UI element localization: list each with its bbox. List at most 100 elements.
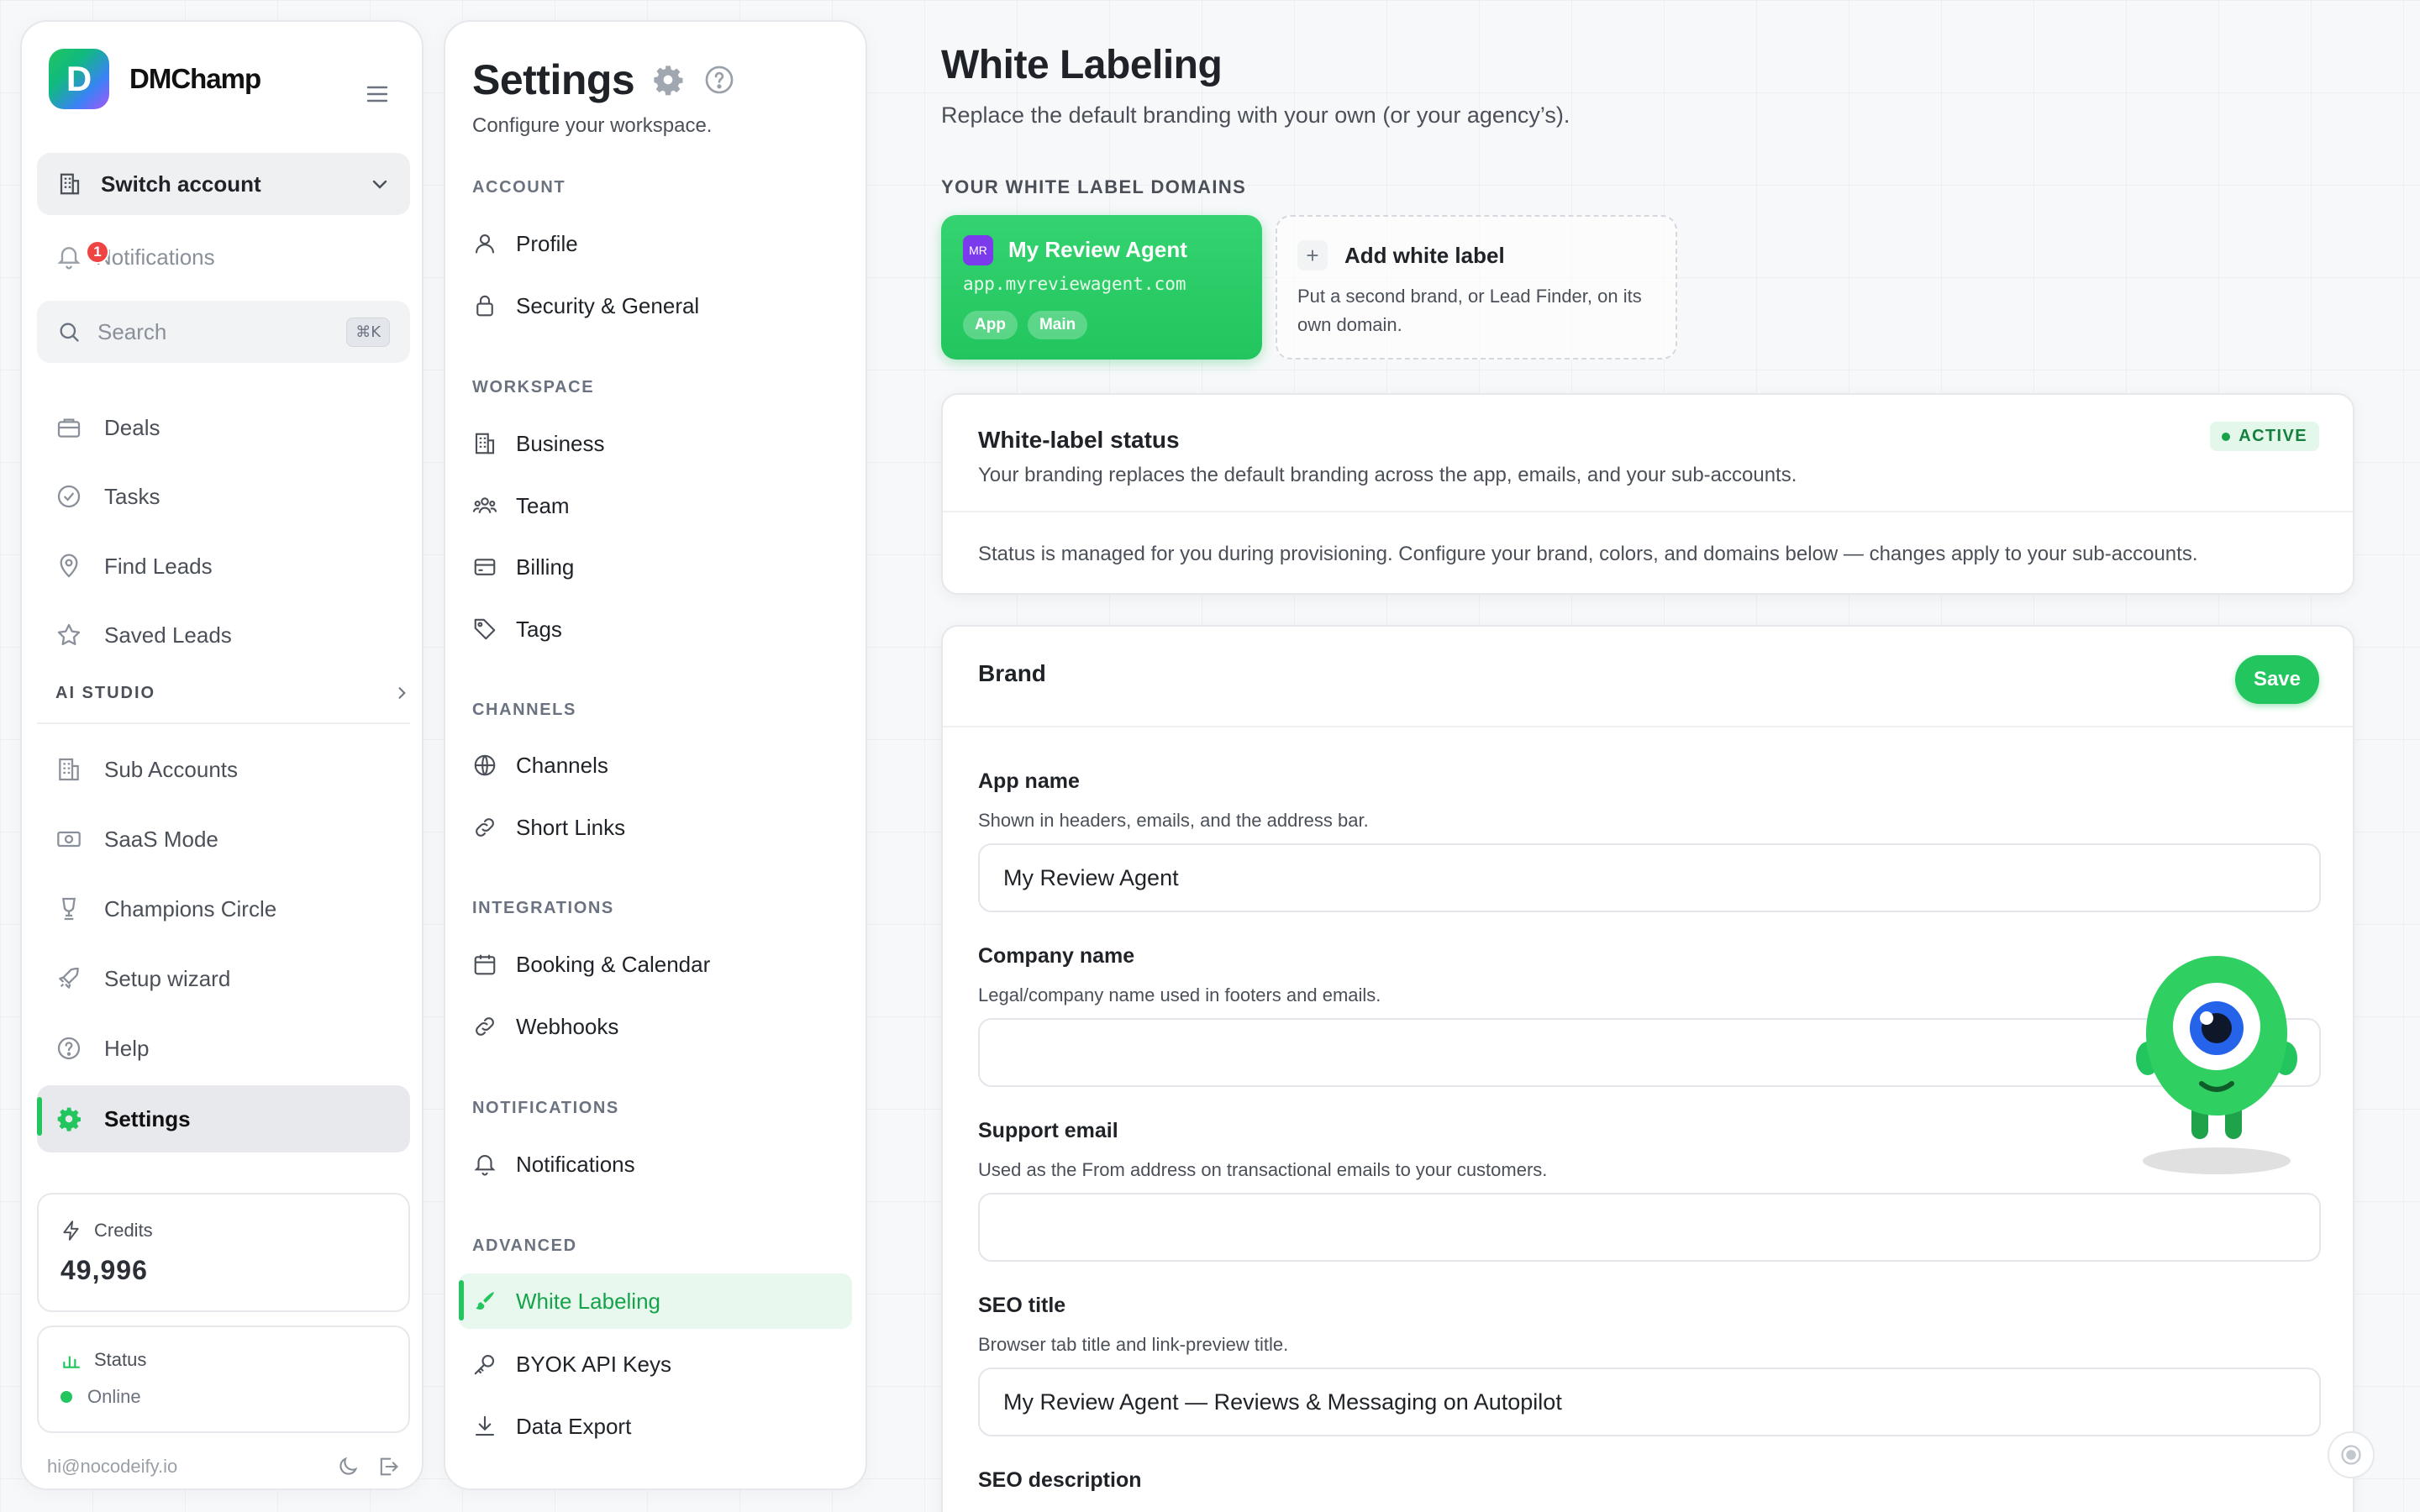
- sidebar-item-deals[interactable]: Deals: [37, 396, 410, 459]
- app-name-input[interactable]: [978, 843, 2321, 912]
- bell-icon: [472, 1152, 497, 1177]
- gear-icon: [651, 63, 685, 97]
- domain-tag: Main: [1027, 311, 1088, 339]
- settings-item-profile[interactable]: Profile: [459, 217, 852, 270]
- settings-item-label: Short Links: [516, 814, 626, 840]
- brand-panel-title: Brand: [978, 660, 1046, 686]
- settings-item-label: Data Export: [516, 1413, 632, 1439]
- settings-item-white-labeling[interactable]: White Labeling: [459, 1273, 852, 1329]
- chevron-down-icon: [370, 174, 390, 194]
- domain-tag: App: [963, 311, 1018, 339]
- brand-name: DMChamp: [129, 63, 261, 94]
- sidebar-item-setup-wizard[interactable]: Setup wizard: [37, 948, 410, 1010]
- settings-item-channels[interactable]: Channels: [459, 738, 852, 792]
- settings-item-short-links[interactable]: Short Links: [459, 801, 852, 854]
- domains-section-label: YOUR WHITE LABEL DOMAINS: [941, 176, 1247, 197]
- settings-item-team[interactable]: Team: [459, 479, 852, 533]
- menu-icon[interactable]: [366, 86, 388, 102]
- white-label-domain-card[interactable]: MR My Review Agent app.myreviewagent.com…: [941, 215, 1262, 360]
- settings-item-billing[interactable]: Billing: [459, 540, 852, 594]
- settings-item-byok[interactable]: BYOK API Keys: [459, 1337, 852, 1391]
- switch-account-button[interactable]: Switch account: [37, 153, 410, 215]
- star-icon: [55, 622, 82, 648]
- search-placeholder: Search: [97, 318, 167, 344]
- settings-title: Settings: [472, 56, 635, 103]
- settings-item-tags[interactable]: Tags: [459, 602, 852, 656]
- sidebar-item-saas-mode[interactable]: SaaS Mode: [37, 808, 410, 870]
- lock-icon: [472, 293, 497, 318]
- settings-item-label: Booking & Calendar: [516, 951, 711, 977]
- sidebar: D DMChamp Switch account 1 Notifications…: [20, 20, 424, 1490]
- settings-item-business[interactable]: Business: [459, 417, 852, 470]
- sidebar-item-label: SaaS Mode: [104, 826, 218, 852]
- save-button[interactable]: Save: [2234, 655, 2319, 704]
- settings-item-label: BYOK API Keys: [516, 1351, 671, 1377]
- gear-icon: [55, 1105, 82, 1132]
- search-input[interactable]: Search ⌘K: [37, 301, 410, 363]
- support-email-help: Used as the From address on transactiona…: [978, 1159, 1548, 1180]
- moon-icon[interactable]: [336, 1455, 360, 1478]
- ai-studio-section[interactable]: AI STUDIO: [55, 679, 410, 707]
- status-label: Status: [94, 1349, 147, 1370]
- seo-description-label: SEO description: [978, 1468, 1142, 1492]
- support-email-input[interactable]: [978, 1193, 2321, 1262]
- notifications-link[interactable]: 1 Notifications: [55, 237, 215, 277]
- white-label-status-panel: White-label status ACTIVE Your branding …: [941, 393, 2354, 595]
- tag-icon: [472, 617, 497, 642]
- group-workspace: WORKSPACE: [472, 378, 595, 396]
- sidebar-item-sub-accounts[interactable]: Sub Accounts: [37, 738, 410, 801]
- lightning-icon: [60, 1220, 82, 1242]
- settings-item-label: Business: [516, 430, 605, 456]
- credits-value: 49,996: [60, 1255, 148, 1285]
- credit-card-icon: [472, 554, 497, 580]
- bar-chart-icon: [60, 1349, 82, 1371]
- company-name-help: Legal/company name used in footers and e…: [978, 984, 1381, 1005]
- sidebar-item-settings[interactable]: Settings: [37, 1085, 410, 1152]
- group-channels: CHANNELS: [472, 701, 576, 719]
- seo-title-input[interactable]: [978, 1368, 2321, 1436]
- settings-item-label: Tags: [516, 616, 562, 642]
- settings-item-label: Security & General: [516, 292, 700, 318]
- domain-brand-name: My Review Agent: [1008, 237, 1187, 262]
- app-name-label: App name: [978, 769, 1080, 793]
- sidebar-item-find-leads[interactable]: Find Leads: [37, 535, 410, 597]
- settings-item-data-export[interactable]: Data Export: [459, 1399, 852, 1453]
- sidebar-item-label: Tasks: [104, 483, 160, 509]
- group-advanced: ADVANCED: [472, 1236, 577, 1255]
- section-title: AI STUDIO: [55, 683, 156, 702]
- help-icon[interactable]: [703, 64, 735, 96]
- brand[interactable]: D DMChamp: [49, 49, 261, 109]
- add-white-label-button[interactable]: + Add white label Put a second brand, or…: [1276, 215, 1677, 360]
- notification-count-badge: 1: [86, 240, 109, 264]
- sidebar-item-champions-circle[interactable]: Champions Circle: [37, 878, 410, 940]
- divider: [37, 722, 410, 724]
- link-icon: [472, 815, 497, 840]
- logout-icon[interactable]: [376, 1455, 400, 1478]
- settings-item-webhooks[interactable]: Webhooks: [459, 1000, 852, 1053]
- settings-item-security[interactable]: Security & General: [459, 279, 852, 333]
- mascot-illustration[interactable]: [2133, 949, 2301, 1189]
- sidebar-item-label: Help: [104, 1035, 150, 1061]
- divider: [943, 726, 2353, 727]
- sidebar-item-label: Settings: [104, 1105, 191, 1131]
- settings-item-label: Profile: [516, 230, 578, 256]
- page-subtitle: Replace the default branding with your o…: [941, 102, 1570, 128]
- settings-item-label: Notifications: [516, 1151, 635, 1177]
- map-pin-icon: [55, 553, 82, 580]
- rocket-icon: [55, 965, 82, 992]
- sidebar-item-tasks[interactable]: Tasks: [37, 465, 410, 528]
- company-name-input[interactable]: [978, 1018, 2321, 1087]
- credits-card: Credits 49,996: [37, 1193, 410, 1312]
- scroll-target-button[interactable]: [2328, 1431, 2375, 1478]
- sidebar-item-label: Deals: [104, 414, 160, 440]
- user-icon: [472, 231, 497, 256]
- settings-item-booking[interactable]: Booking & Calendar: [459, 937, 852, 991]
- settings-item-notifications[interactable]: Notifications: [459, 1137, 852, 1191]
- sidebar-item-help[interactable]: Help: [37, 1017, 410, 1079]
- help-icon: [55, 1035, 82, 1062]
- main-content: White Labeling Replace the default brand…: [941, 0, 2370, 1512]
- sidebar-item-label: Find Leads: [104, 553, 213, 579]
- sidebar-item-label: Sub Accounts: [104, 756, 238, 782]
- sidebar-item-saved-leads[interactable]: Saved Leads: [37, 604, 410, 666]
- group-notifications: NOTIFICATIONS: [472, 1099, 619, 1117]
